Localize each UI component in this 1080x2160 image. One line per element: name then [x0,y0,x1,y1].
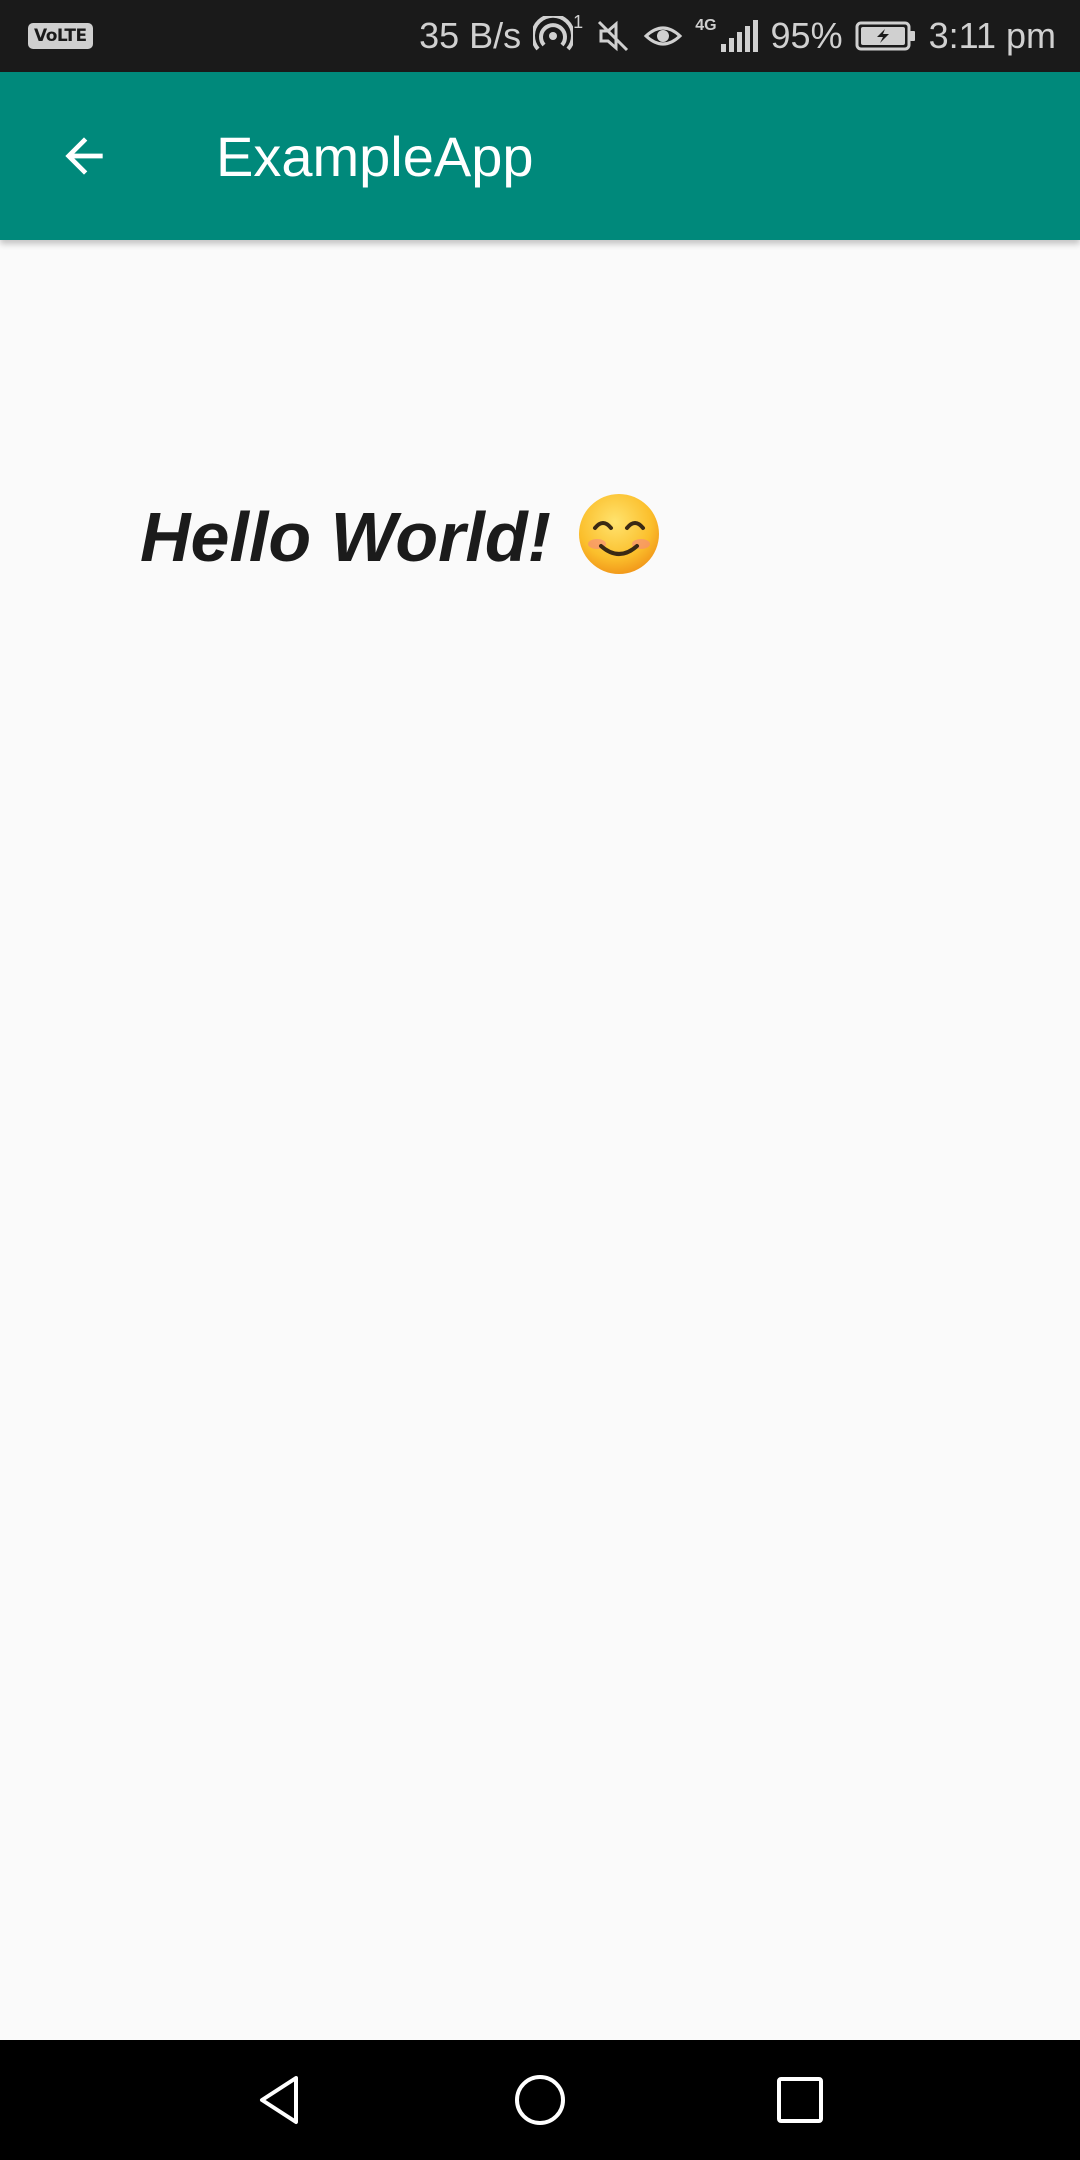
nav-home-button[interactable] [505,2065,575,2135]
status-bar: VoLTE 35 B/s 1 4G 95% 3:11 pm [0,0,1080,72]
smiling-face-icon [575,490,663,583]
nav-back-button[interactable] [245,2065,315,2135]
arrow-back-icon [65,137,103,175]
signal-icon: 4G [695,18,758,54]
app-title: ExampleApp [216,124,534,188]
volte-icon: VoLTE [28,23,93,49]
network-type: 4G [695,17,717,34]
net-speed: 35 B/s [419,15,522,56]
mute-icon [595,18,631,54]
back-button[interactable] [0,72,168,240]
greeting-row: Hello World! [140,490,663,583]
greeting-text: Hello World! [140,497,551,576]
nav-recents-button[interactable] [765,2065,835,2135]
triangle-back-icon [260,2076,298,2124]
battery-charging-icon [855,20,917,52]
hotspot-count: 1 [573,12,584,32]
status-indicators: 35 B/s 1 4G 95% 3:11 pm [419,12,1056,57]
clock: 3:11 pm [928,15,1056,56]
navigation-bar [0,2040,1080,2160]
hotspot-icon: 1 [533,12,583,56]
main-content: Hello World! [0,240,1080,2040]
screen: VoLTE 35 B/s 1 4G 95% 3:11 pm ExampleApp… [0,0,1080,2160]
circle-home-icon [515,2075,565,2125]
eye-icon [643,18,683,54]
battery-percent: 95% [770,15,843,56]
square-recents-icon [777,2077,823,2123]
app-bar: ExampleApp [0,72,1080,240]
